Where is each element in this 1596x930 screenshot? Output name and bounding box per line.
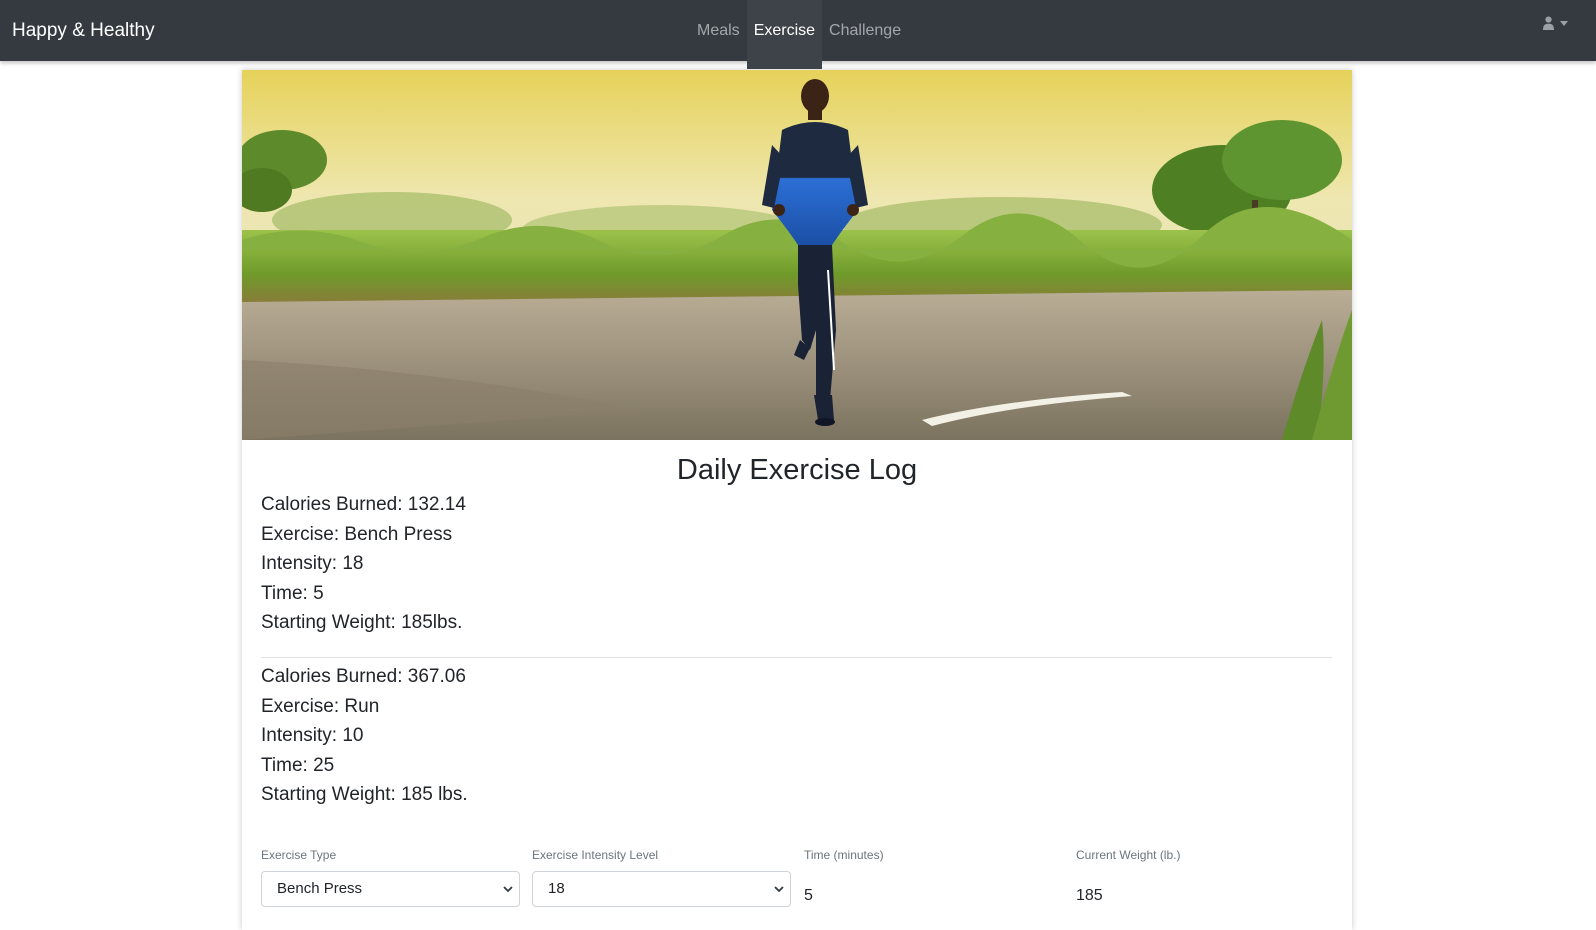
intensity-label: Exercise Intensity Level — [532, 848, 659, 862]
intensity-select[interactable]: 18 — [532, 871, 791, 907]
exercise-type-label: Exercise Type — [261, 848, 337, 862]
user-menu-dropdown[interactable] — [1543, 14, 1568, 32]
starting-weight: Starting Weight: 185lbs. — [261, 612, 463, 633]
exercise-card: Daily Exercise Log Calories Burned: 132.… — [242, 70, 1352, 930]
exercise-name: Exercise: Run — [261, 695, 380, 717]
hero-image — [242, 70, 1352, 440]
time-label: Time (minutes) — [804, 848, 884, 862]
time-value: Time: 25 — [261, 754, 335, 776]
exercise-type-value: Bench Press — [277, 880, 363, 897]
starting-weight: Starting Weight: 185 lbs. — [261, 784, 468, 805]
user-icon — [1543, 16, 1554, 30]
entry-divider — [261, 657, 1332, 658]
exercise-name: Exercise: Bench Press — [261, 523, 453, 545]
log-entry: Calories Burned: 367.06 Exercise: Run In… — [261, 662, 1331, 810]
intensity-value: Intensity: 18 — [261, 553, 364, 574]
top-navbar: Happy & Healthy Meals Exercise Challenge — [0, 0, 1596, 69]
caret-down-icon — [1560, 20, 1568, 26]
nav-meals[interactable]: Meals — [690, 0, 747, 61]
brand-logo-text[interactable]: Happy & Healthy — [12, 0, 155, 61]
intensity-select-value: 18 — [548, 880, 565, 897]
page-title: Daily Exercise Log — [676, 454, 918, 486]
intensity-value: Intensity: 10 — [261, 725, 364, 746]
calories-burned: Calories Burned: 132.14 — [261, 494, 466, 515]
calories-burned: Calories Burned: 367.06 — [261, 666, 466, 687]
time-input[interactable]: 5 — [804, 886, 813, 906]
main-nav: Meals Exercise Challenge — [690, 0, 908, 69]
nav-challenge[interactable]: Challenge — [822, 0, 908, 61]
exercise-type-select[interactable]: Bench Press — [261, 871, 520, 907]
time-value: Time: 5 — [261, 582, 324, 604]
chevron-down-icon — [774, 886, 784, 893]
chevron-down-icon — [503, 886, 513, 893]
nav-exercise[interactable]: Exercise — [746, 0, 823, 69]
runner-on-road-photo — [242, 70, 1352, 440]
weight-label: Current Weight (lb.) — [1076, 848, 1181, 862]
log-entry: Calories Burned: 132.14 Exercise: Bench … — [261, 490, 1331, 638]
weight-input[interactable]: 185 — [1076, 886, 1103, 906]
